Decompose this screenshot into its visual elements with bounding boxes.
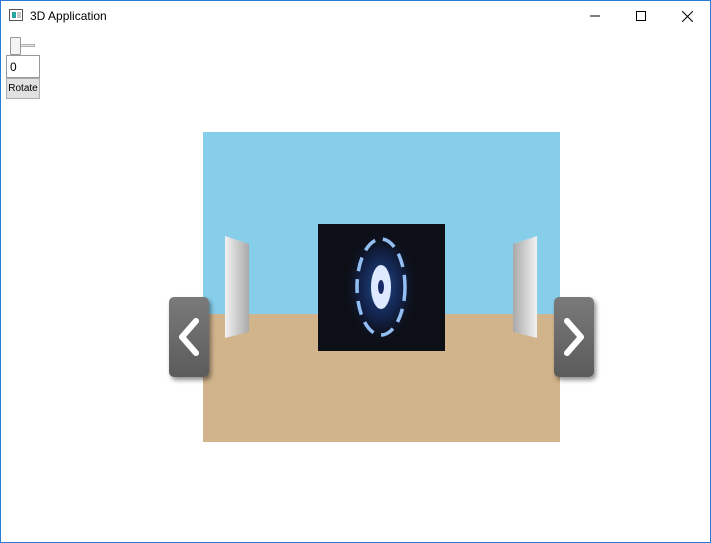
title-bar[interactable]: 3D Application bbox=[1, 1, 710, 31]
chevron-right-icon bbox=[564, 318, 584, 356]
maximize-button[interactable] bbox=[618, 1, 664, 31]
rotate-button[interactable]: Rotate bbox=[6, 78, 40, 99]
rotation-slider-thumb[interactable] bbox=[10, 37, 21, 55]
side-panel-left bbox=[225, 236, 249, 338]
minimize-icon bbox=[590, 15, 600, 17]
side-panel-right bbox=[513, 236, 537, 338]
next-arrow-button[interactable] bbox=[554, 297, 594, 377]
close-button[interactable] bbox=[664, 1, 710, 31]
portal-image-panel[interactable] bbox=[318, 224, 445, 351]
previous-arrow-button[interactable] bbox=[169, 297, 209, 377]
minimize-button[interactable] bbox=[572, 1, 618, 31]
maximize-icon bbox=[636, 11, 646, 21]
angle-input[interactable] bbox=[6, 55, 40, 78]
3d-viewport[interactable] bbox=[203, 132, 560, 442]
chevron-left-icon bbox=[179, 318, 199, 356]
close-icon bbox=[681, 10, 693, 22]
window-title: 3D Application bbox=[30, 9, 107, 23]
app-window-icon bbox=[9, 9, 23, 21]
app-window: 3D Application Rotate bbox=[0, 0, 711, 543]
